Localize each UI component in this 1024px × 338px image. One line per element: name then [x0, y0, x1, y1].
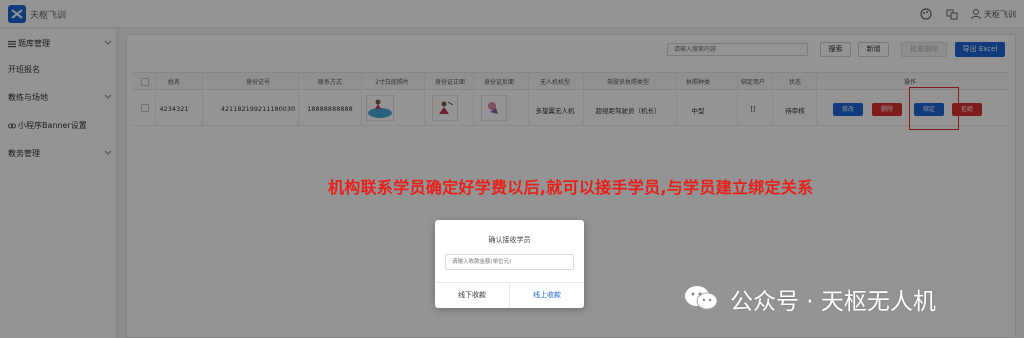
offline-payment-button[interactable]: 线下收款 [435, 282, 509, 308]
wechat-icon [685, 286, 718, 310]
confirm-receive-dialog: 确认接收学员 线下收款 线上收款 [435, 220, 584, 308]
dialog-title: 确认接收学员 [488, 236, 531, 244]
payment-amount-input[interactable] [445, 254, 574, 270]
watermark-text: 公众号 · 天枢无人机 [730, 289, 936, 315]
online-payment-button[interactable]: 线上收款 [510, 282, 584, 308]
annotation-text: 机构联系学员确定好学费以后,就可以接手学员,与学员建立绑定关系 [328, 178, 814, 197]
